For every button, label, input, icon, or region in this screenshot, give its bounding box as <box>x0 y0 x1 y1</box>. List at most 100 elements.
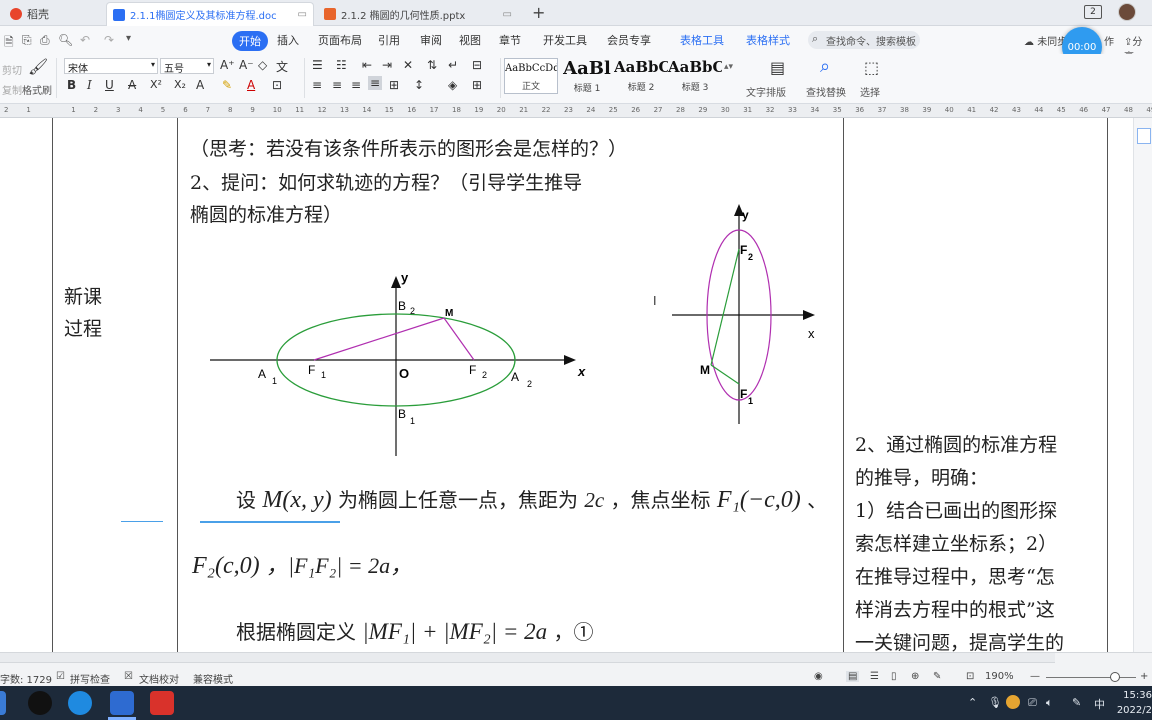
window-count-badge[interactable]: 2 <box>1084 5 1102 19</box>
subscript-icon[interactable]: X₂ <box>174 78 186 91</box>
side-panel-toggle[interactable] <box>1137 128 1151 144</box>
preview-icon[interactable]: 🔍︎ <box>58 33 73 47</box>
clock[interactable]: 15:36 2022/2 <box>1112 688 1152 718</box>
window-icon[interactable] <box>110 691 134 715</box>
pin-icon[interactable]: ▭ <box>503 9 512 20</box>
document-canvas[interactable]: 新课 过程 （思考：若没有该条件所表示的图形会是怎样的？） 2、提问：如何求轨迹… <box>0 118 1152 652</box>
ime-icon[interactable]: 中 <box>1094 696 1105 712</box>
chinese-layout-icon[interactable]: ✕ <box>403 58 413 72</box>
output-icon[interactable]: ⎘ <box>22 33 32 48</box>
spell-check-icon[interactable]: ☑ <box>56 671 65 682</box>
format-painter-icon[interactable]: 🖌︎ <box>28 57 48 76</box>
highlight-icon[interactable]: ✎ <box>222 78 232 92</box>
shrink-font-icon[interactable]: A⁻ <box>239 58 254 72</box>
borders-icon[interactable]: ⊞ <box>472 78 482 92</box>
format-painter-label[interactable]: 格式刷 <box>22 82 52 97</box>
menu-review[interactable]: 审阅 <box>420 32 442 48</box>
start-icon[interactable] <box>0 691 6 715</box>
spell-check-label[interactable]: 拼写检查 <box>70 671 110 686</box>
bold-icon[interactable]: B <box>67 78 76 92</box>
char-border-icon[interactable]: ⊡ <box>272 78 282 92</box>
strikethrough-icon[interactable]: A <box>128 78 136 92</box>
horizontal-ruler[interactable]: 2 1 1 2 3 4 5 6 7 8 9 10 11 12 13 14 15 16 17 18 19 20 21 22 23 2… <box>0 104 1152 118</box>
select-label[interactable]: 选择 <box>860 84 880 99</box>
styles-more-icon[interactable]: ▴▾ <box>724 62 733 72</box>
menu-view[interactable]: 视图 <box>459 32 481 48</box>
zoom-slider[interactable] <box>1046 677 1136 678</box>
find-replace-label[interactable]: 查找替换 <box>806 84 846 99</box>
menu-table-style[interactable]: 表格样式 <box>746 32 790 48</box>
phonetic-icon[interactable]: 文 <box>276 58 288 75</box>
distributed-icon[interactable]: ⊞ <box>389 78 399 92</box>
menu-sections[interactable]: 章节 <box>499 32 521 48</box>
clear-format-icon[interactable]: ◇ <box>258 58 267 72</box>
shading-icon[interactable]: ◈ <box>448 78 457 92</box>
word-count[interactable]: 字数: 1729 <box>0 671 52 686</box>
style-normal[interactable]: AaBbCcDd 正文 <box>504 58 558 94</box>
font-color-icon[interactable]: A <box>247 78 255 92</box>
line-spacing-icon[interactable]: ↕ <box>414 78 424 92</box>
style-heading-3[interactable]: AaBbC 标题 3 <box>668 58 722 94</box>
show-marks-icon[interactable]: ↵ <box>448 58 458 72</box>
save-icon[interactable]: 🗎 <box>4 33 14 54</box>
justify-icon[interactable]: ≡ <box>368 76 383 90</box>
tray-up-icon[interactable]: ⌃ <box>968 696 977 709</box>
menu-references[interactable]: 引用 <box>378 32 400 48</box>
collab-label[interactable]: 作 <box>1104 33 1114 48</box>
zoom-in-icon[interactable]: + <box>1140 671 1148 682</box>
web-view-icon[interactable]: ⊕ <box>911 671 919 682</box>
pen-icon[interactable]: ✎ <box>1072 696 1081 709</box>
fit-page-icon[interactable]: ⊡ <box>966 671 974 682</box>
find-replace-icon[interactable]: ⌕ <box>820 56 830 77</box>
tab-word-doc[interactable]: 2.1.1椭圆定义及其标准方程.doc ▭ <box>106 2 314 26</box>
menu-membership[interactable]: 会员专享 <box>607 32 651 48</box>
page-view-icon[interactable]: ▤ <box>846 671 860 682</box>
menu-home[interactable]: 开始 <box>232 31 268 51</box>
grow-font-icon[interactable]: A⁺ <box>220 58 235 72</box>
decrease-indent-icon[interactable]: ⇤ <box>362 58 372 72</box>
qq-icon[interactable] <box>28 691 52 715</box>
align-center-icon[interactable]: ≡ <box>332 78 342 92</box>
zoom-level[interactable]: 190% <box>985 671 1014 682</box>
avatar[interactable] <box>1118 3 1136 21</box>
copy-button[interactable]: 复制 <box>2 82 22 97</box>
text-effect-icon[interactable]: A <box>196 78 204 92</box>
zoom-slider-handle[interactable] <box>1110 672 1120 682</box>
menu-page-layout[interactable]: 页面布局 <box>318 32 362 48</box>
quick-access-more-icon[interactable]: ▾ <box>126 33 131 44</box>
outline-view-icon[interactable]: ☰ <box>870 671 879 682</box>
tab-ppt[interactable]: 2.1.2 椭圆的几何性质.pptx ▭ <box>318 2 518 26</box>
select-icon[interactable]: ⬚ <box>864 58 879 77</box>
menu-insert[interactable]: 插入 <box>277 32 299 48</box>
eye-protect-icon[interactable]: ◉ <box>814 671 823 682</box>
superscript-icon[interactable]: X² <box>150 78 162 91</box>
tabs-icon[interactable]: ⊟ <box>472 58 482 72</box>
print-icon[interactable]: ⎙ <box>40 33 50 48</box>
vertical-scrollbar[interactable] <box>1133 118 1152 652</box>
sogou-icon[interactable] <box>68 691 92 715</box>
microphone-icon[interactable]: 🎙︎ <box>988 696 1002 709</box>
font-name-select[interactable]: 宋体 ▾ <box>64 58 158 75</box>
increase-indent-icon[interactable]: ⇥ <box>382 58 392 72</box>
numbering-icon[interactable]: ☷ <box>336 58 347 72</box>
close-icon[interactable]: ▭ <box>298 9 307 20</box>
bullets-icon[interactable]: ☰ <box>312 58 323 72</box>
undo-icon[interactable]: ↶ <box>80 33 90 47</box>
tab-docer[interactable]: 稻壳 <box>4 2 100 26</box>
cut-button[interactable]: 剪切 <box>2 62 22 77</box>
sort-icon[interactable]: ⇅ <box>427 58 437 72</box>
command-search-input[interactable]: ⌕ 查找命令、搜索模板 <box>808 31 920 49</box>
style-heading-2[interactable]: AaBbC 标题 2 <box>614 58 668 94</box>
italic-icon[interactable]: I <box>87 78 92 92</box>
wps-icon[interactable] <box>150 691 174 715</box>
reading-view-icon[interactable]: ▯ <box>891 671 897 682</box>
new-tab-button[interactable]: + <box>532 3 545 22</box>
menu-table-tools[interactable]: 表格工具 <box>680 32 724 48</box>
doc-proof-icon[interactable]: ☒ <box>124 671 133 682</box>
write-mode-icon[interactable]: ✎ <box>933 671 941 682</box>
style-heading-1[interactable]: AaBl 标题 1 <box>560 58 614 94</box>
horizontal-scrollbar[interactable] <box>0 653 1055 663</box>
text-layout-label[interactable]: 文字排版 <box>746 84 786 99</box>
menu-developer[interactable]: 开发工具 <box>543 32 587 48</box>
network-icon[interactable]: ⎚ <box>1028 696 1037 710</box>
